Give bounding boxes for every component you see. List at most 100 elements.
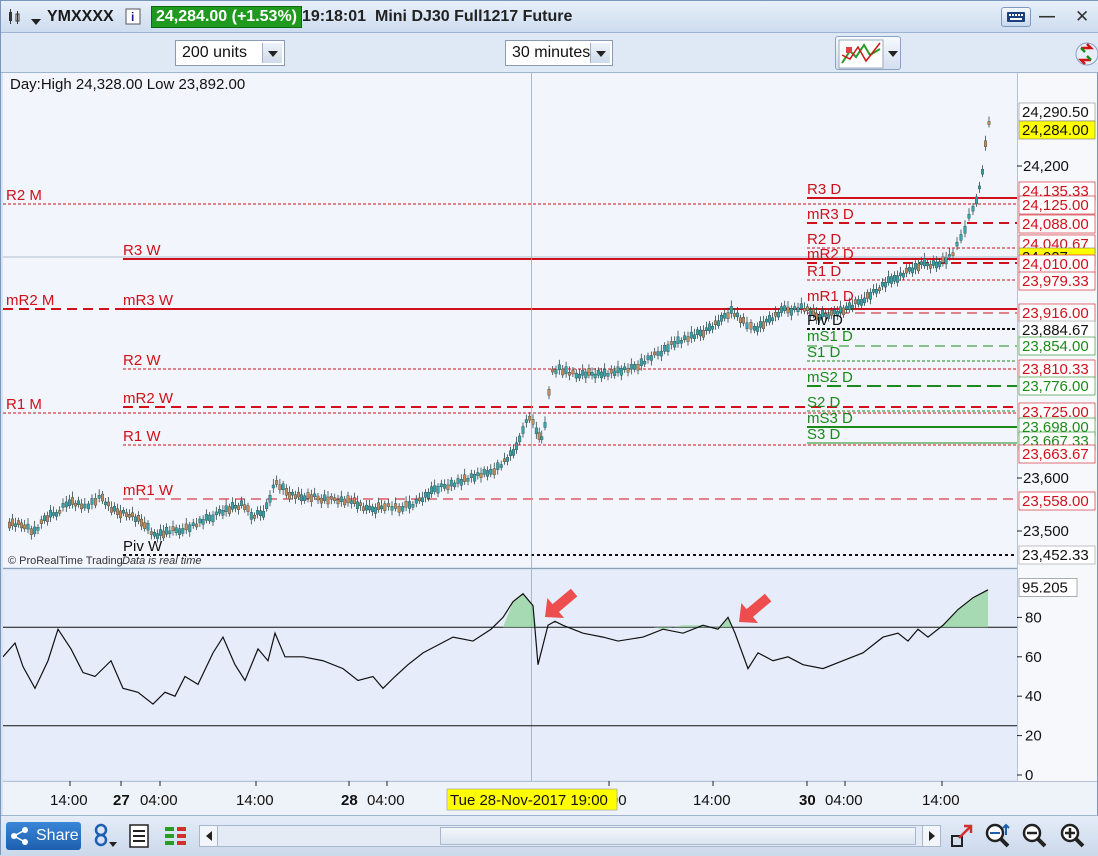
candle-body	[571, 369, 575, 375]
share-label: Share	[36, 827, 79, 844]
pivot-label-weekly: Piv W	[123, 538, 163, 555]
zoom-out-icon[interactable]	[1021, 822, 1051, 850]
data-status: Data is real time	[122, 555, 201, 567]
svg-text:i: i	[131, 10, 134, 24]
candle-body	[987, 121, 991, 125]
price-label: 24,284.00	[1022, 122, 1089, 139]
price-label: 23,854.00	[1022, 338, 1089, 355]
candle-body	[899, 272, 903, 277]
columns-icon[interactable]	[163, 822, 189, 850]
symbol-name[interactable]: YMXXXX	[47, 7, 114, 27]
scroll-thumb[interactable]	[440, 827, 916, 845]
candle-body	[793, 306, 797, 310]
candle-body	[230, 502, 234, 510]
link-icon[interactable]	[91, 822, 117, 850]
candle-body	[729, 306, 733, 314]
time-scrollbar[interactable]	[199, 825, 941, 847]
candle-body	[152, 531, 156, 537]
candle-body	[374, 507, 378, 514]
chart-area[interactable]: R2 M mR2 M R1 M R3 W mR3 W R2 W mR2 W R1 W mR1 W…	[2, 73, 1097, 821]
candle-body	[23, 524, 27, 530]
candle-body	[676, 336, 680, 344]
candle-body	[158, 529, 162, 536]
candle-body	[459, 479, 463, 486]
candle-body	[683, 335, 687, 340]
candle-body	[518, 435, 522, 443]
chevron-down-icon[interactable]	[262, 43, 282, 63]
keyboard-icon[interactable]	[1001, 7, 1031, 27]
candle-body	[951, 252, 955, 256]
candle-body	[165, 527, 169, 535]
zoom-fit-icon[interactable]	[984, 822, 1014, 850]
candle-body	[421, 497, 425, 502]
candle-body	[433, 485, 437, 492]
candle-body	[449, 479, 453, 487]
candle-body	[646, 355, 650, 360]
candle-body	[188, 524, 192, 532]
candle-body	[268, 495, 272, 503]
candle-body	[496, 462, 500, 470]
price-tick-label: 23,500	[1023, 523, 1069, 540]
candle-body	[362, 506, 366, 511]
price-label: 23,884.67	[1022, 322, 1089, 339]
scroll-left-button[interactable]	[200, 826, 218, 846]
autoscale-icon[interactable]	[949, 822, 975, 850]
candle-body	[926, 262, 930, 267]
candle-body	[857, 299, 861, 305]
zoom-in-icon[interactable]	[1059, 822, 1089, 850]
chart-type-icon[interactable]	[7, 9, 21, 25]
candle-body	[424, 492, 428, 498]
candle-body	[753, 325, 757, 331]
candle-body	[143, 522, 147, 529]
candle-body	[656, 351, 660, 356]
candle-body	[339, 496, 343, 502]
candle-body	[236, 505, 240, 510]
candle-body	[430, 486, 434, 494]
candle-body	[609, 369, 613, 374]
interval-select[interactable]: 30 minutes	[505, 40, 613, 66]
scroll-right-button[interactable]	[922, 826, 940, 846]
indicator-pane[interactable]	[3, 570, 1017, 780]
candle-body	[124, 512, 128, 517]
chevron-down-icon[interactable]	[590, 43, 610, 63]
candle-body	[371, 506, 375, 512]
share-button[interactable]: Share	[6, 822, 81, 850]
candle-body	[917, 263, 921, 272]
price-change-badge: 24,284.00 (+1.53%)	[151, 6, 302, 28]
minimize-button[interactable]: —	[1039, 7, 1055, 27]
close-button[interactable]: ✕	[1075, 7, 1089, 27]
candle-body	[736, 312, 740, 318]
price-label: 23,776.00	[1022, 378, 1089, 395]
price-label: 23,663.67	[1022, 446, 1089, 463]
candle-body	[70, 497, 74, 505]
candle-body	[557, 364, 561, 370]
indicators-button[interactable]	[835, 36, 901, 70]
candle-body	[67, 499, 71, 506]
candle-body	[984, 140, 988, 147]
info-icon[interactable]: i	[125, 8, 141, 25]
candle-body	[649, 355, 653, 361]
pivot-label-monthly: mR2 M	[6, 292, 54, 309]
candle-body	[854, 299, 858, 304]
candle-body	[303, 495, 307, 502]
symbol-dropdown-icon[interactable]	[31, 13, 41, 25]
candle-body	[346, 495, 350, 503]
price-chart[interactable]: R2 M mR2 M R1 M R3 W mR3 W R2 W mR2 W R1 W mR1 W…	[2, 73, 1097, 815]
list-icon[interactable]	[128, 822, 150, 850]
candle-body	[58, 510, 62, 514]
candle-body	[749, 321, 753, 330]
candle-body	[603, 369, 607, 377]
candle-body	[905, 267, 909, 274]
candle-body	[774, 311, 778, 317]
units-select[interactable]: 200 units	[175, 40, 285, 66]
candle-body	[64, 501, 68, 508]
candle-body	[506, 457, 510, 462]
pivot-label-monthly: R2 M	[6, 187, 42, 204]
tools-icon[interactable]	[1071, 36, 1098, 72]
candle-body	[806, 306, 810, 312]
candle-body	[528, 415, 532, 421]
candle-body	[590, 372, 594, 376]
candle-body	[469, 473, 473, 478]
instrument-name: Mini DJ30 Full1217 Future	[375, 8, 573, 25]
price-label: 24,010.00	[1022, 256, 1089, 273]
